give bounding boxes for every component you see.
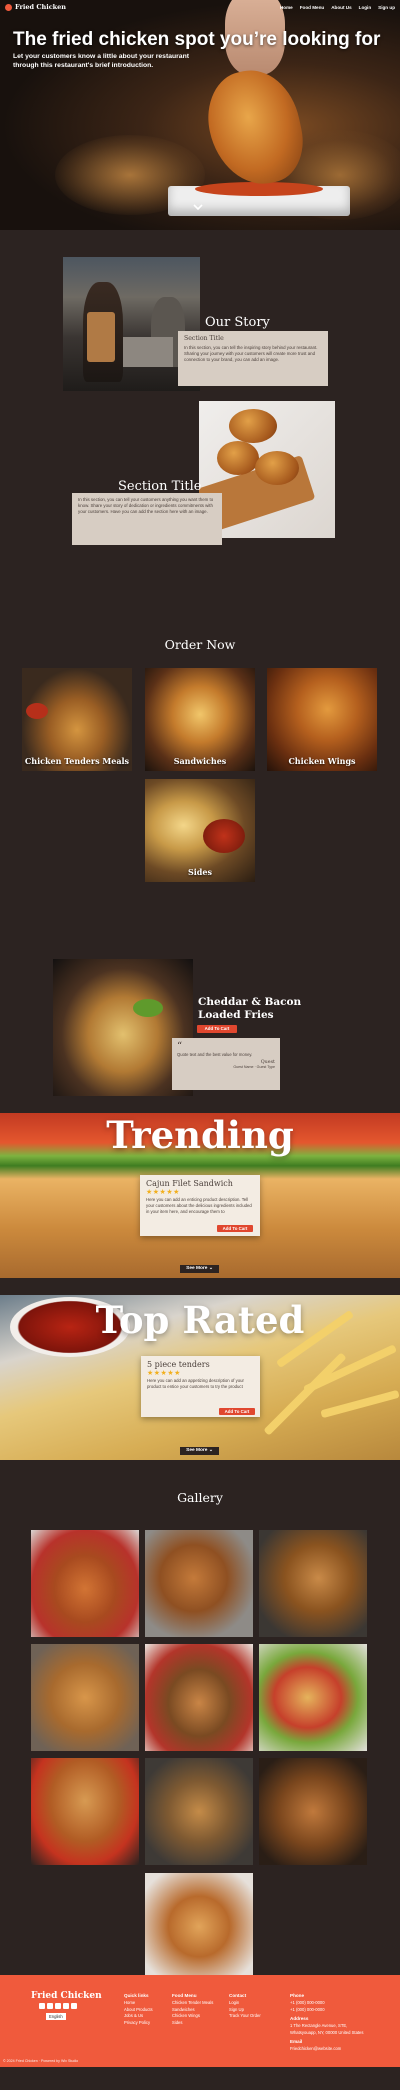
add-to-cart-button[interactable]: Add To Cart xyxy=(217,1225,253,1232)
product-description: Here you can add an appetizing descripti… xyxy=(147,1378,244,1389)
gallery-image[interactable] xyxy=(259,1758,367,1865)
story-card: Section Title In this section, you can t… xyxy=(178,331,328,386)
footer-column-heading: Food Menu xyxy=(172,1993,197,1998)
chevron-down-icon: ⌄ xyxy=(208,1448,213,1453)
order-now-section: Order Now Chicken Tenders Meals Sandwich… xyxy=(0,623,400,936)
gallery-image[interactable] xyxy=(145,1644,253,1751)
story-section: Our Story Section Title In this section,… xyxy=(0,230,400,623)
youtube-icon[interactable] xyxy=(55,2003,61,2009)
footer-link[interactable]: Chicken Tender Meals xyxy=(172,2000,213,2007)
our-story-heading: Our Story xyxy=(205,315,270,330)
add-to-cart-button[interactable]: Add To Cart xyxy=(197,1025,237,1033)
rating-stars: ★★★★★ xyxy=(147,1370,181,1377)
order-now-heading: Order Now xyxy=(164,637,236,652)
category-tile-sandwiches[interactable]: Sandwiches xyxy=(145,668,255,771)
language-selector[interactable]: English xyxy=(46,2013,66,2020)
footer-contact-info: Phone +1 (000) 000-0000 +1 (000) 000-000… xyxy=(290,1992,370,2053)
footer-food-menu: Food Menu Chicken Tender Meals Sandwiche… xyxy=(172,1992,213,2026)
hero-subtitle: Let your customers know a little about y… xyxy=(13,53,189,69)
hero-image-sauce xyxy=(195,182,323,196)
testimonial-role: Guest Name · Guest Type xyxy=(233,1065,275,1070)
gallery-heading: Gallery xyxy=(177,1490,223,1505)
footer-link[interactable]: Privacy Policy xyxy=(124,2020,153,2027)
gallery-image[interactable] xyxy=(145,1758,253,1865)
category-label: Chicken Wings xyxy=(288,756,356,766)
add-to-cart-button[interactable]: Add To Cart xyxy=(219,1408,255,1415)
email-link[interactable]: Friedchicken@website.com xyxy=(290,2046,370,2053)
footer-brand: Fried Chicken xyxy=(31,1991,102,2001)
brand-logo[interactable]: Fried Chicken xyxy=(5,3,66,11)
social-icons xyxy=(39,2003,77,2009)
section-card: In this section, you can tell your custo… xyxy=(72,493,222,545)
story-card-title: Section Title xyxy=(184,335,224,342)
see-more-button[interactable]: See More ⌄ xyxy=(180,1265,219,1273)
gallery-section: Gallery xyxy=(0,1460,400,1980)
see-more-button[interactable]: See More ⌄ xyxy=(180,1447,219,1455)
gallery-image[interactable] xyxy=(259,1644,367,1751)
chevron-down-icon[interactable] xyxy=(191,202,205,214)
footer-contact: Contact Login Sign Up Track Your Order xyxy=(229,1992,261,2020)
footer-column-heading: Address xyxy=(290,2016,309,2022)
featured-section: Cheddar & Bacon Loaded Fries Add To Cart… xyxy=(0,936,400,1113)
trending-section: Trending Cajun Filet Sandwich ★★★★★ Here… xyxy=(0,1113,400,1278)
product-title: 5 piece tenders xyxy=(147,1360,210,1369)
product-description: Here you can add an enticing product des… xyxy=(146,1197,252,1214)
gallery-image[interactable] xyxy=(31,1758,139,1865)
nav-login[interactable]: Login xyxy=(359,5,372,10)
nav-home[interactable]: Home xyxy=(280,5,293,10)
see-more-label: See More xyxy=(186,1266,208,1271)
category-tile-tenders[interactable]: Chicken Tenders Meals xyxy=(22,668,132,771)
footer: Fried Chicken English Quick links Home A… xyxy=(0,1975,400,2067)
top-nav: Fried Chicken Home Food Menu About Us Lo… xyxy=(0,0,400,14)
hero-section: The fried chicken spot you’re looking fo… xyxy=(0,0,400,230)
category-label: Sides xyxy=(187,867,212,877)
category-label: Chicken Tenders Meals xyxy=(24,756,130,766)
top-rated-heading: Top Rated xyxy=(95,1298,305,1342)
gallery-image[interactable] xyxy=(145,1530,253,1637)
logo-icon xyxy=(5,3,12,11)
brand-name: Fried Chicken xyxy=(15,3,67,11)
footer-column-heading: Phone xyxy=(290,1993,305,1998)
product-title: Cajun Filet Sandwich xyxy=(146,1179,233,1188)
nav-food-menu[interactable]: Food Menu xyxy=(300,5,325,10)
section-title-heading: Section Title xyxy=(118,479,202,494)
nav-signup[interactable]: Sign up xyxy=(378,5,395,10)
phone-number[interactable]: +1 (000) 000-0000 xyxy=(290,2007,370,2014)
hero-title: The fried chicken spot you’re looking fo… xyxy=(13,29,381,50)
featured-title: Cheddar & Bacon Loaded Fries xyxy=(198,996,302,1022)
section-card-body: In this section, you can tell your custo… xyxy=(78,497,214,514)
instagram-icon[interactable] xyxy=(47,2003,53,2009)
facebook-icon[interactable] xyxy=(39,2003,45,2009)
category-tile-wings[interactable]: Chicken Wings xyxy=(267,668,377,771)
top-rated-section: Top Rated 5 piece tenders ★★★★★ Here you… xyxy=(0,1295,400,1460)
story-card-body: In this section, you can tell the inspir… xyxy=(184,345,318,362)
gallery-image[interactable] xyxy=(31,1644,139,1751)
footer-link[interactable]: Sides xyxy=(172,2020,213,2027)
tiktok-icon[interactable] xyxy=(63,2003,69,2009)
chevron-down-icon: ⌄ xyxy=(208,1266,213,1271)
footer-link[interactable]: Track Your Order xyxy=(229,2013,261,2020)
gallery-image[interactable] xyxy=(31,1530,139,1637)
rating-stars: ★★★★★ xyxy=(146,1189,180,1196)
testimonial-card: “ Quote text and the best value for mone… xyxy=(172,1038,280,1090)
footer-column-heading: Email xyxy=(290,2039,303,2045)
category-label: Sandwiches xyxy=(173,756,227,766)
see-more-label: See More xyxy=(186,1448,208,1453)
gallery-image[interactable] xyxy=(145,1873,253,1980)
gallery-image[interactable] xyxy=(259,1530,367,1637)
footer-quick-links: Quick links Home About Products Jobs & U… xyxy=(124,1992,153,2026)
nav-links: Home Food Menu About Us Login Sign up xyxy=(280,5,395,10)
quote-icon: “ xyxy=(177,1041,183,1052)
testimonial-text: Quote text and the best value for money. xyxy=(177,1052,253,1057)
twitter-icon[interactable] xyxy=(71,2003,77,2009)
nav-about[interactable]: About Us xyxy=(331,5,351,10)
category-tile-sides[interactable]: Sides xyxy=(145,779,255,882)
trending-heading: Trending xyxy=(106,1113,294,1157)
copyright-text: © 2024 Fried Chicken · Powered by Wix St… xyxy=(3,2059,79,2063)
footer-column-heading: Quick links xyxy=(124,1993,149,1998)
footer-column-heading: Contact xyxy=(229,1993,247,1998)
address-text: 1 The Rectangle Avenue, STE, Whatsyouapp… xyxy=(290,2023,364,2035)
